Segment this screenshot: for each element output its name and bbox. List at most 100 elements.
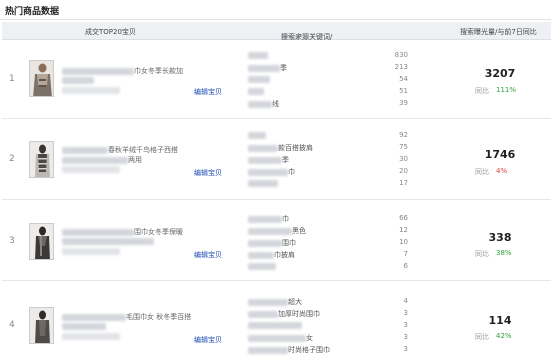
product-title-text: 巾女冬季长款加 [134,67,183,75]
blurred-text [248,251,274,259]
product-meta-line [62,247,120,255]
product-meta-line [62,332,120,340]
compare-label: 同比 [475,250,489,258]
product-thumbnail[interactable] [29,60,54,97]
blurred-text [62,67,134,75]
keyword-text: 黑色 [292,227,306,235]
product-title-line [62,237,154,245]
product-title-text: 毛围巾女 秋冬季百搭 [126,313,192,321]
blurred-text [248,131,266,139]
product-title-line [62,76,94,84]
row-rank: 4 [9,320,15,330]
keyword-text: 线 [272,100,279,108]
edit-product-link[interactable]: 编辑宝贝 [194,168,222,178]
keyword-text: 巾 [282,215,289,223]
keyword-count: 3 [403,321,408,329]
keyword-count: 213 [394,63,408,71]
change-percent: 42% [496,332,512,340]
keyword-count: 3 [403,333,408,341]
keyword-count: 10 [399,238,408,246]
blurred-text [248,346,288,354]
keyword-count: 12 [399,226,408,234]
edit-product-link[interactable]: 编辑宝贝 [194,335,222,345]
exposure-value: 1746 [484,148,516,161]
column-header-product: 成交TOP20宝贝 [85,28,136,36]
keyword-text: 超大 [288,298,302,306]
table-row: 2 春秋羊绒千鸟格子西搭 两用 编辑宝贝 92 款百搭披肩 75 季 30 巾 … [2,120,551,200]
blurred-text [248,239,282,247]
table-row: 3 围巾女冬季保暖 编辑宝贝 巾 66 黑色 12 围巾 10 巾披肩 7 6 [2,201,551,281]
edit-product-link[interactable]: 编辑宝贝 [194,250,222,260]
keyword-count: 6 [403,262,408,270]
edit-product-link[interactable]: 编辑宝贝 [194,87,222,97]
product-title-line: 围巾女冬季保暖 [62,227,183,236]
blurred-text [62,146,108,154]
keyword-text: 季 [280,64,287,72]
keyword-item: 54 [248,73,408,84]
compare-label: 同比 [475,168,489,176]
blurred-text [248,334,306,342]
product-title-line: 毛围巾女 秋冬季百搭 [62,312,192,321]
blurred-text [62,247,120,255]
product-title-line: 巾女冬季长款加 [62,66,183,75]
exposure-value: 114 [488,314,512,327]
blurred-text [248,179,278,187]
keyword-count: 39 [399,99,408,107]
compare-label: 同比 [475,87,489,95]
keyword-count: 30 [399,155,408,163]
keyword-count: 92 [399,131,408,139]
keyword-item: 款百搭披肩 75 [248,141,408,152]
row-rank: 2 [9,154,15,164]
product-meta-line [62,165,120,173]
keyword-text: 女 [306,334,313,342]
keyword-item: 黑色 12 [248,224,408,235]
product-thumbnail[interactable] [29,141,54,178]
blurred-text [248,64,280,72]
product-thumbnail[interactable] [29,223,54,260]
blurred-text [248,298,288,306]
blurred-text [62,313,126,321]
keyword-text: 巾 [288,168,295,176]
table-row: 1 巾女冬季长款加 编辑宝贝 830 季 213 54 51 线 39 3207… [2,41,551,119]
keyword-count: 3 [403,309,408,317]
product-title-line: 两用 [62,155,142,164]
keyword-count: 17 [399,179,408,187]
keyword-text: 加厚时尚围巾 [278,310,320,318]
keyword-item: 830 [248,49,408,60]
table-row: 4 毛围巾女 秋冬季百搭 编辑宝贝 超大 4 加厚时尚围巾 3 3 女 3 时尚… [2,282,551,363]
keyword-count: 830 [394,51,408,59]
keyword-item: 时尚格子围巾 3 [248,343,408,354]
keyword-text: 巾披肩 [274,251,295,259]
page-title: 热门商品数据 [5,7,60,17]
blurred-text [248,100,272,108]
keyword-item: 线 39 [248,97,408,108]
product-title-text: 春秋羊绒千鸟格子西搭 [108,146,178,154]
change-percent: 38% [496,249,512,257]
blurred-text [248,262,276,270]
keyword-item: 超大 4 [248,295,408,306]
keyword-item: 51 [248,85,408,96]
keyword-count: 54 [399,75,408,83]
title-divider [0,19,551,20]
keyword-item: 季 30 [248,153,408,164]
exposure-value: 338 [488,231,512,244]
blurred-text [62,228,134,236]
product-title-line: 春秋羊绒千鸟格子西搭 [62,145,178,154]
blurred-text [62,165,120,173]
keyword-count: 51 [399,87,408,95]
keyword-count: 4 [403,297,408,305]
exposure-value: 3207 [484,67,516,80]
keyword-count: 75 [399,143,408,151]
product-thumbnail[interactable] [29,307,54,344]
keyword-count: 3 [403,345,408,353]
row-rank: 1 [9,74,15,84]
blurred-text [62,322,106,330]
keyword-item: 加厚时尚围巾 3 [248,307,408,318]
keyword-item: 巾 66 [248,212,408,223]
blurred-text [62,332,120,340]
blurred-text [62,76,94,84]
row-rank: 3 [9,236,15,246]
blurred-text [248,87,264,95]
product-title-line [62,322,106,330]
blurred-text [248,51,268,59]
